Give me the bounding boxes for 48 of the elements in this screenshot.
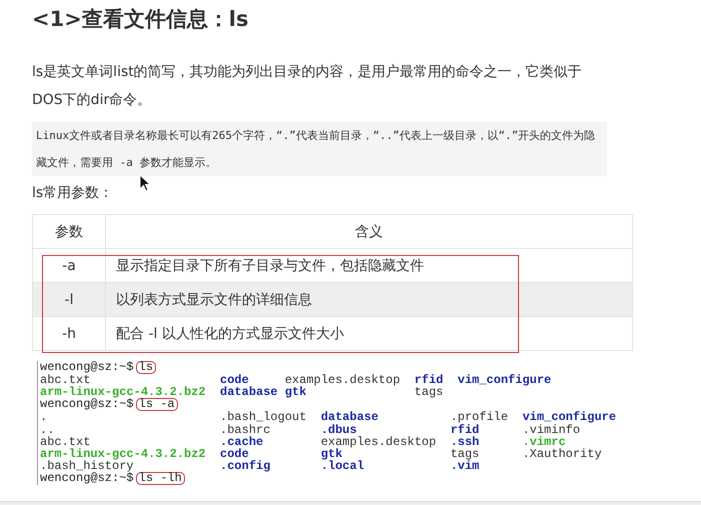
mouse-cursor-icon bbox=[139, 174, 151, 192]
file-entry: .ssh bbox=[450, 434, 480, 449]
file-entry: database bbox=[220, 385, 278, 400]
file-entry: database bbox=[320, 410, 378, 424]
terminal-command: ls bbox=[136, 361, 156, 374]
table-header: 含义 bbox=[106, 214, 632, 248]
file-entry: code bbox=[220, 373, 249, 387]
file-entry: tags bbox=[450, 447, 480, 462]
note-text: Linux文件或者目录名称最长可以有265个字符，“.”代表当前目录，“..”代表上一级目录，以“.”开头的文件为隐藏文件，需要用 -a 参数才能显示。 bbox=[32, 122, 607, 176]
intro-paragraph: ls是英文单词list的简写，其功能为列出目录的内容，是用户最常用的命令之一，它类似于DOS下的dir命令。 bbox=[32, 63, 583, 110]
terminal-command: ls -a bbox=[136, 398, 178, 412]
file-entry: .vim bbox=[450, 459, 480, 474]
file-entry: .config bbox=[220, 459, 270, 474]
file-entry: code bbox=[220, 447, 249, 462]
file-entry: abc.txt bbox=[40, 373, 90, 387]
file-entry: .bashrc bbox=[220, 422, 270, 437]
file-entry: .. bbox=[40, 422, 54, 437]
table-cell: -h bbox=[32, 316, 106, 350]
file-entry: .viminfo bbox=[522, 422, 580, 437]
section-label: ls常用参数： bbox=[32, 184, 114, 202]
file-entry: .vimrc bbox=[522, 434, 566, 449]
file-entry: rfid bbox=[450, 422, 480, 437]
file-entry: .cache bbox=[220, 434, 264, 449]
file-entry: arm-linux-gcc-4.3.2.bz2 bbox=[40, 385, 206, 400]
file-entry: .bash_logout bbox=[220, 410, 306, 424]
terminal-command: ls -lh bbox=[136, 472, 185, 486]
file-entry: gtk bbox=[284, 385, 306, 400]
terminal-prompt: wencong@sz:~$ bbox=[40, 361, 134, 374]
file-entry: arm-linux-gcc-4.3.2.bz2 bbox=[40, 447, 206, 462]
file-entry: vim_configure bbox=[522, 410, 616, 424]
file-entry: . bbox=[40, 410, 48, 424]
terminal-prompt: wencong@sz:~$ bbox=[40, 472, 134, 486]
file-entry: rfid bbox=[414, 373, 444, 387]
table-header: 参数 bbox=[32, 214, 106, 248]
file-entry: .bash_history bbox=[40, 459, 134, 474]
file-entry: examples.desktop bbox=[320, 434, 436, 449]
file-entry: vim_configure bbox=[458, 373, 552, 387]
file-entry: tags bbox=[414, 385, 444, 400]
file-entry: .profile bbox=[450, 410, 508, 424]
file-entry: .dbus bbox=[320, 422, 357, 437]
file-entry: gtk bbox=[320, 447, 342, 462]
file-entry: abc.txt bbox=[40, 434, 90, 449]
file-entry: .local bbox=[320, 459, 364, 474]
file-entry: examples.desktop bbox=[284, 373, 400, 387]
table-cell: 配合 -l 以人性化的方式显示文件大小 bbox=[106, 316, 632, 350]
page-title: <1>查看文件信息：ls bbox=[32, 6, 250, 32]
terminal-prompt: wencong@sz:~$ bbox=[40, 398, 134, 412]
file-entry: .Xauthority bbox=[522, 447, 602, 462]
